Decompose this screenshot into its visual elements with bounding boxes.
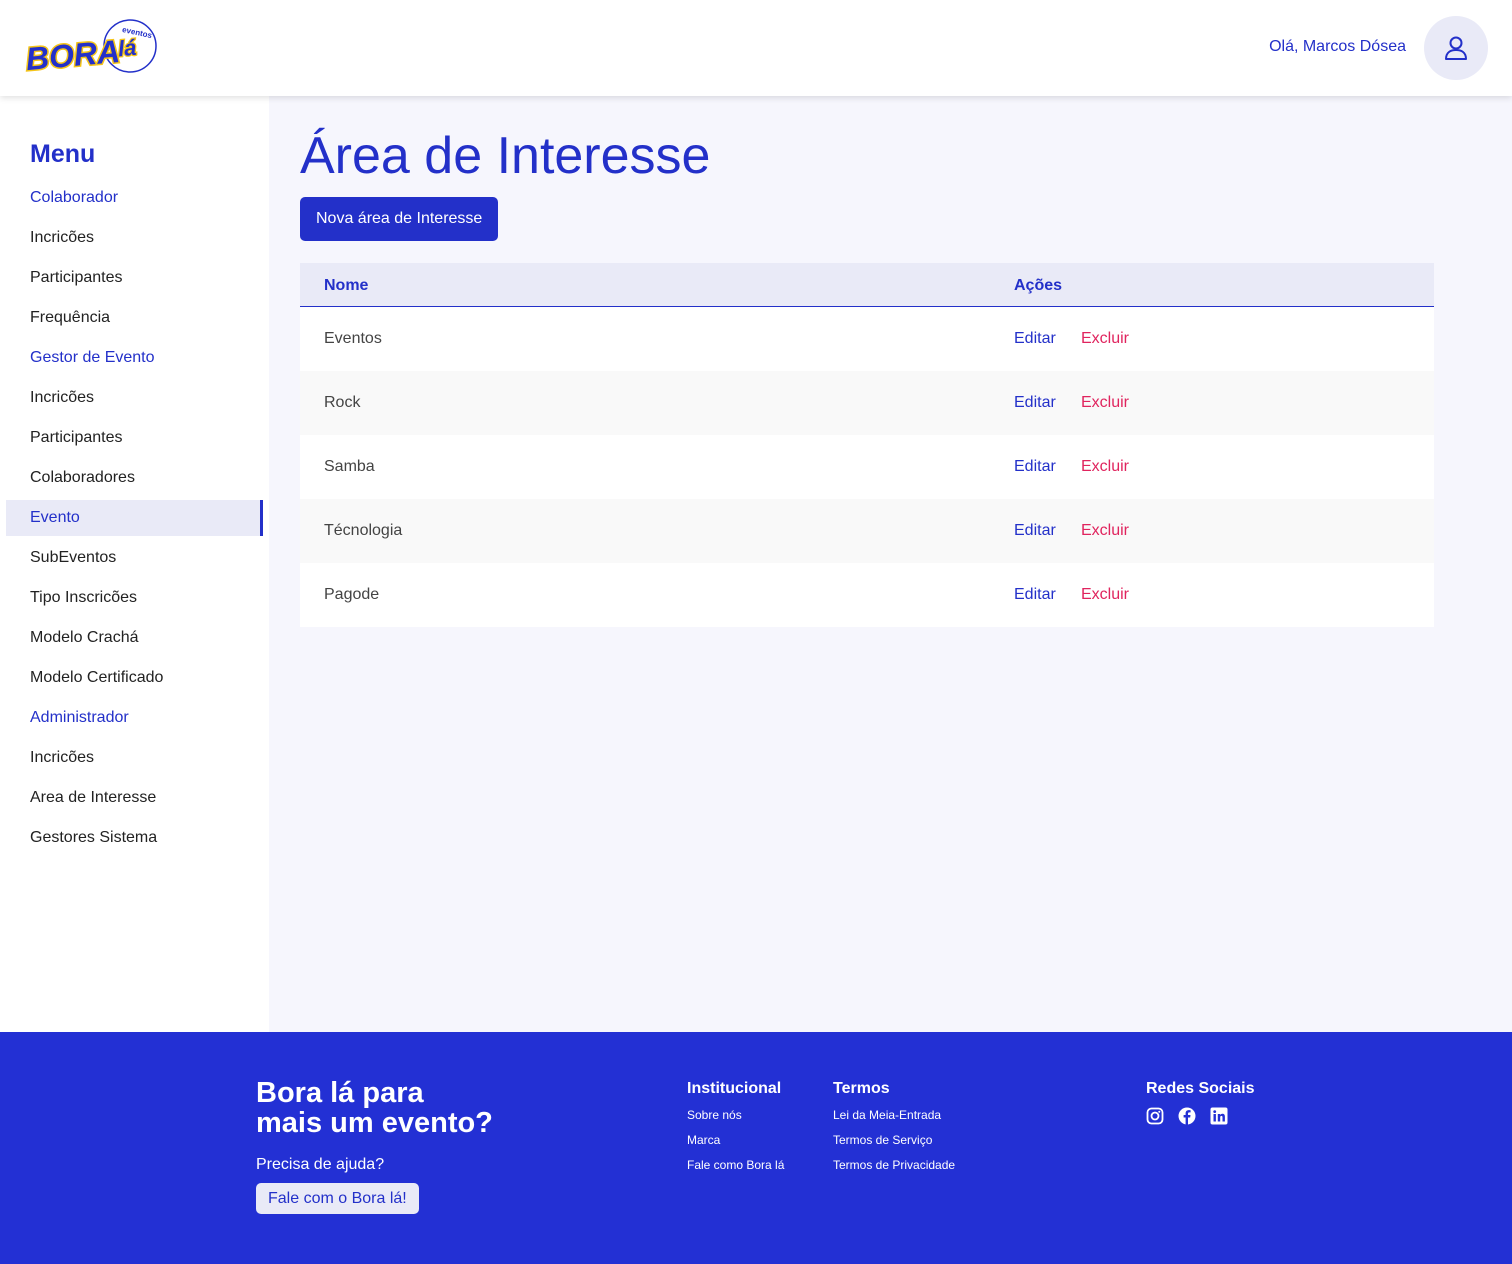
table-row: Samba Editar Excluir [300, 435, 1434, 499]
delete-link[interactable]: Excluir [1081, 522, 1129, 540]
facebook-icon[interactable] [1178, 1107, 1196, 1125]
sidebar-item-modelo-certificado[interactable]: Modelo Certificado [6, 660, 263, 696]
contact-bora-la-button[interactable]: Fale com o Bora lá! [256, 1183, 419, 1214]
table-header: Nome Ações [300, 263, 1434, 307]
footer-link-termos-privacidade[interactable]: Termos de Privacidade [833, 1157, 955, 1182]
interest-area-name: Pagode [324, 586, 380, 603]
footer-institucional-title: Institucional [687, 1080, 782, 1097]
sidebar-item-administrador[interactable]: Administrador [6, 700, 263, 736]
new-interest-area-button[interactable]: Nova área de Interesse [300, 197, 499, 241]
table-row: Eventos Editar Excluir [300, 307, 1434, 371]
instagram-icon[interactable] [1146, 1107, 1164, 1125]
user-icon [1445, 36, 1467, 60]
sidebar-item-tipo-inscric-es[interactable]: Tipo Inscricões [6, 580, 263, 616]
footer-link-fale-como[interactable]: Fale como Bora lá [687, 1157, 784, 1182]
footer-termos: Termos Lei da Meia-Entrada Termos de Ser… [833, 1080, 955, 1182]
table-body: Eventos Editar Excluir Rock Editar Excluir Sam… [300, 307, 1434, 627]
footer-link-meia-entrada[interactable]: Lei da Meia-Entrada [833, 1107, 955, 1132]
sidebar-item-gestor-de-evento[interactable]: Gestor de Evento [6, 340, 263, 376]
interest-area-table: Nome Ações Eventos Editar Excluir Rock Edita… [300, 263, 1434, 627]
footer: Bora lá para mais um evento? Precisa de … [0, 1032, 1512, 1264]
column-header-name[interactable]: Nome [324, 277, 368, 295]
linkedin-icon[interactable] [1210, 1107, 1228, 1125]
boralá-logo[interactable]: eventos BORA lá [22, 18, 162, 79]
sidebar-item-evento[interactable]: Evento [6, 500, 263, 536]
top-header: eventos BORA lá Olá, Marcos Dósea [0, 0, 1512, 96]
footer-tagline-line1: Bora lá para [256, 1077, 424, 1109]
footer-redes-title: Redes Sociais [1146, 1080, 1255, 1097]
svg-text:BORA: BORA [24, 33, 121, 77]
sidebar-item-subeventos[interactable]: SubEventos [6, 540, 263, 576]
edit-link[interactable]: Editar [1014, 394, 1056, 412]
interest-area-name: Rock [324, 394, 361, 411]
footer-redes-sociais: Redes Sociais [1146, 1080, 1255, 1125]
sidebar-item-incric-es[interactable]: Incricões [6, 220, 263, 256]
menu-title: Menu [30, 140, 96, 168]
interest-area-name: Técnologia [324, 522, 403, 539]
sidebar-item-participantes[interactable]: Participantes [6, 420, 263, 456]
sidebar-item-modelo-crach-[interactable]: Modelo Crachá [6, 620, 263, 656]
edit-link[interactable]: Editar [1014, 522, 1056, 540]
footer-link-marca[interactable]: Marca [687, 1132, 784, 1157]
table-row: Pagode Editar Excluir [300, 563, 1434, 627]
sidebar-item-colaborador[interactable]: Colaborador [6, 180, 263, 216]
page-title: Área de Interesse [300, 127, 711, 185]
edit-link[interactable]: Editar [1014, 330, 1056, 348]
sidebar-item-frequ-ncia[interactable]: Frequência [6, 300, 263, 336]
interest-area-name: Eventos [324, 330, 382, 347]
table-row: Rock Editar Excluir [300, 371, 1434, 435]
sidebar-item-incric-es[interactable]: Incricões [6, 380, 263, 416]
sidebar-item-colaboradores[interactable]: Colaboradores [6, 460, 263, 496]
sidebar-item-area-de-interesse[interactable]: Area de Interesse [6, 780, 263, 816]
delete-link[interactable]: Excluir [1081, 458, 1129, 476]
table-row: Técnologia Editar Excluir [300, 499, 1434, 563]
footer-link-sobre-nos[interactable]: Sobre nós [687, 1107, 784, 1132]
user-greeting[interactable]: Olá, Marcos Dósea [1269, 38, 1406, 56]
delete-link[interactable]: Excluir [1081, 394, 1129, 412]
footer-help-text: Precisa de ajuda? [256, 1156, 385, 1173]
footer-termos-title: Termos [833, 1080, 890, 1097]
footer-tagline: Bora lá para mais um evento? [256, 1078, 556, 1138]
interest-area-name: Samba [324, 458, 375, 475]
delete-link[interactable]: Excluir [1081, 586, 1129, 604]
footer-link-termos-servico[interactable]: Termos de Serviço [833, 1132, 955, 1157]
edit-link[interactable]: Editar [1014, 458, 1056, 476]
column-header-actions: Ações [1014, 277, 1063, 294]
footer-tagline-line2: mais um evento? [256, 1107, 493, 1139]
sidebar-item-participantes[interactable]: Participantes [6, 260, 263, 296]
menu-list: Colaborador Incricões Participantes Frequên… [6, 180, 263, 860]
svg-text:lá: lá [117, 35, 137, 62]
main-content: Área de Interesse Nova área de Interesse… [269, 96, 1512, 1032]
sidebar-menu: Menu Colaborador Incricões Participantes Fr… [0, 96, 269, 1032]
edit-link[interactable]: Editar [1014, 586, 1056, 604]
sidebar-item-gestores-sistema[interactable]: Gestores Sistema [6, 820, 263, 856]
delete-link[interactable]: Excluir [1081, 330, 1129, 348]
sidebar-item-incric-es[interactable]: Incricões [6, 740, 263, 776]
footer-institucional: Institucional Sobre nós Marca Fale como … [687, 1080, 784, 1182]
user-avatar-button[interactable] [1424, 16, 1488, 80]
